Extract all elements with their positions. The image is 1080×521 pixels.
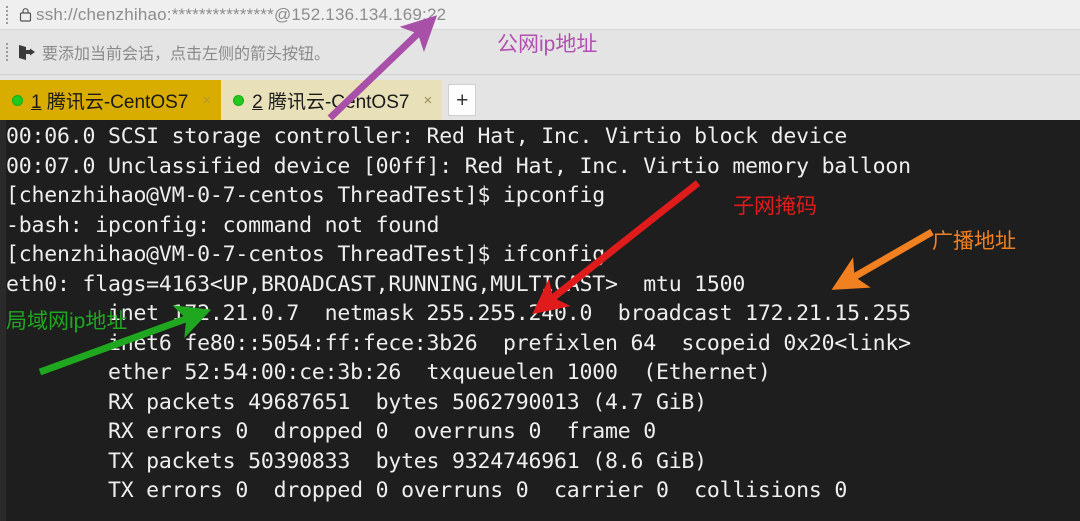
terminal-line: RX packets 49687651 bytes 5062790013 (4.… bbox=[6, 389, 707, 415]
terminal-line: inet6 fe80::5054:ff:fece:3b26 prefixlen … bbox=[6, 330, 911, 356]
terminal-line: [chenzhihao@VM-0-7-centos ThreadTest]$ i… bbox=[6, 242, 605, 267]
add-session-icon[interactable] bbox=[14, 30, 38, 75]
terminal-line: TX errors 0 dropped 0 overruns 0 carrier… bbox=[6, 478, 848, 503]
tab-session-2[interactable]: 2 腾讯云-CentOS7 × bbox=[221, 80, 443, 120]
terminal-output-area[interactable]: 00:06.0 SCSI storage controller: Red Hat… bbox=[0, 120, 1080, 521]
tab-close-icon[interactable]: × bbox=[423, 92, 432, 109]
notification-bar: 要添加当前会话，点击左侧的箭头按钮。 bbox=[0, 30, 1080, 75]
address-url-text[interactable]: ssh://chenzhihao:***************@152.136… bbox=[36, 5, 446, 25]
terminal-line: RX errors 0 dropped 0 overruns 0 frame 0 bbox=[6, 419, 656, 444]
new-tab-button[interactable]: + bbox=[448, 84, 477, 116]
address-bar[interactable]: ssh://chenzhihao:***************@152.136… bbox=[0, 0, 1080, 30]
drag-handle[interactable] bbox=[0, 0, 14, 30]
tab-number: 1 bbox=[31, 91, 42, 113]
terminal-line: ether 52:54:00:ce:3b:26 txqueuelen 1000 … bbox=[6, 360, 771, 385]
connection-status-dot bbox=[12, 94, 23, 106]
tab-label: 2 腾讯云-CentOS7 bbox=[252, 87, 409, 114]
drag-handle-secondary[interactable] bbox=[0, 37, 14, 67]
connection-status-dot bbox=[233, 94, 245, 106]
terminal-line: 00:07.0 Unclassified device [00ff]: Red … bbox=[6, 153, 911, 179]
lock-icon bbox=[14, 0, 36, 30]
tab-number: 2 bbox=[252, 91, 263, 113]
tab-session-1[interactable]: 1 腾讯云-CentOS7 × bbox=[0, 80, 222, 120]
notification-message: 要添加当前会话，点击左侧的箭头按钮。 bbox=[42, 46, 331, 63]
terminal-text: 00:06.0 SCSI storage controller: Red Hat… bbox=[6, 122, 1080, 506]
tab-bar: 1 腾讯云-CentOS7 × 2 腾讯云-CentOS7 × + bbox=[0, 75, 1080, 120]
terminal-line: inet 172.21.0.7 netmask 255.255.240.0 br… bbox=[6, 301, 911, 326]
terminal-line: -bash: ipconfig: command not found bbox=[6, 212, 440, 238]
terminal-line: 00:06.0 SCSI storage controller: Red Hat… bbox=[6, 124, 848, 149]
terminal-line: eth0: flags=4163<UP,BROADCAST,RUNNING,MU… bbox=[6, 271, 746, 297]
tab-close-icon[interactable]: × bbox=[202, 92, 211, 109]
tab-title: 腾讯云-CentOS7 bbox=[262, 91, 410, 113]
terminal-line: TX packets 50390833 bytes 9324746961 (8.… bbox=[6, 448, 707, 474]
terminal-line: [chenzhihao@VM-0-7-centos ThreadTest]$ i… bbox=[6, 183, 605, 208]
tab-title: 腾讯云-CentOS7 bbox=[41, 91, 189, 113]
tab-label: 1 腾讯云-CentOS7 bbox=[31, 87, 188, 114]
